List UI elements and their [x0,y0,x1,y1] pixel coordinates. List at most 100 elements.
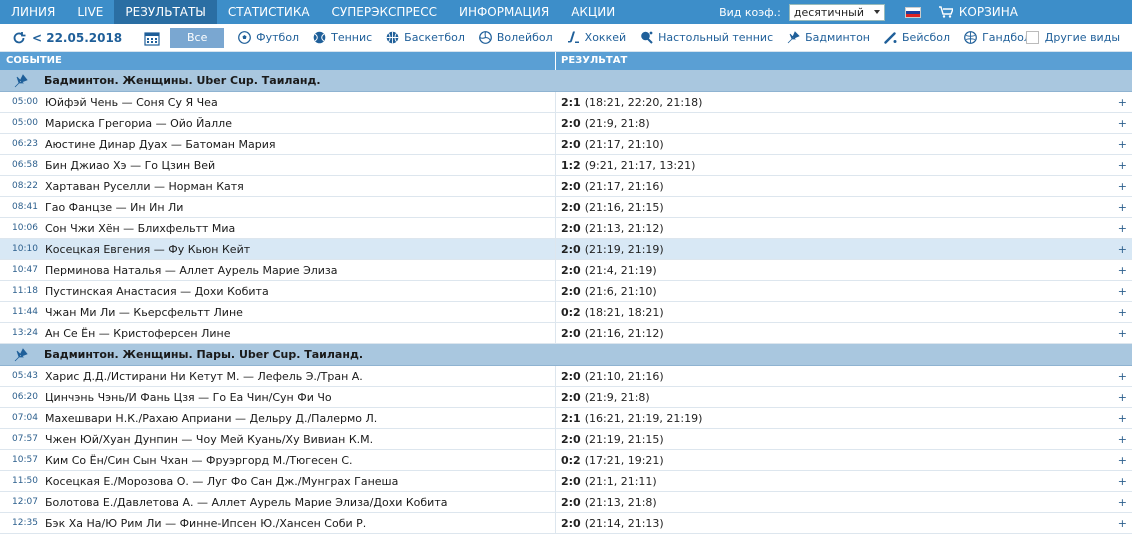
expand-icon[interactable]: + [1118,264,1127,277]
match-score-detail: (9:21, 21:17, 13:21) [584,158,696,172]
match-time: 11:44 [12,307,38,317]
coef-select[interactable]: десятичный [788,3,885,21]
expand-icon[interactable]: + [1118,412,1127,425]
basketball-icon [386,31,399,44]
match-score: 2:1 [561,95,581,109]
hockey-icon [567,31,579,43]
sport-filter-bar: < 22.05.2018 Все Футбол Теннис Баскетбол… [0,24,1132,52]
sport-filter-football[interactable]: Футбол [238,31,299,44]
table-row[interactable]: 10:57 Ким Со Ён/Син Сын Чхан — Фруэргорд … [0,449,1132,471]
expand-icon[interactable]: + [1118,117,1127,130]
other-sports-checkbox[interactable] [1025,31,1039,44]
sport-label: Хоккей [584,31,627,44]
expand-icon[interactable]: + [1118,285,1127,298]
other-sports-label: Другие виды [1044,31,1120,44]
expand-icon[interactable]: + [1118,517,1127,530]
table-row[interactable]: 05:00 Мариска Грегориа — Ойо Йалле 2:0 (21:… [0,112,1132,134]
table-row[interactable]: 07:04 Махешвари Н.К./Рахаю Априани — Дель… [0,407,1132,429]
expand-icon[interactable]: + [1118,222,1127,235]
table-row[interactable]: 11:18 Пустинская Анастасия — Дохи Кобита 2… [0,280,1132,302]
expand-icon[interactable]: + [1118,306,1127,319]
badminton-icon [14,73,28,87]
match-score: 2:0 [561,516,581,530]
sport-filter-hockey[interactable]: Хоккей [567,31,626,44]
match-score-detail: (21:10, 21:16) [584,369,664,383]
expand-icon[interactable]: + [1118,159,1127,172]
expand-icon[interactable]: + [1118,138,1127,151]
nav-item-promo[interactable]: АКЦИИ [560,0,626,24]
expand-icon[interactable]: + [1118,96,1127,109]
date-selector[interactable]: < 22.05.2018 [32,31,122,45]
expand-icon[interactable]: + [1118,391,1127,404]
refresh-icon[interactable] [12,31,26,45]
table-row[interactable]: 06:23 Аюстине Динар Дуах — Батоман Мария 2… [0,133,1132,155]
sport-filter-handball[interactable]: Гандбол [964,31,1031,44]
nav-item-live[interactable]: LIVE [66,0,114,24]
nav-right-controls: Вид коэф.: десятичный КОРЗИНА [719,0,1132,24]
all-sports-button[interactable]: Все [170,27,225,48]
sport-label: Волейбол [496,31,553,44]
expand-icon[interactable]: + [1118,243,1127,256]
expand-icon[interactable]: + [1118,327,1127,340]
match-score: 0:2 [561,453,581,467]
nav-item-statistics[interactable]: СТАТИСТИКА [217,0,321,24]
match-time: 10:57 [12,455,38,465]
expand-icon[interactable]: + [1118,433,1127,446]
expand-icon[interactable]: + [1118,454,1127,467]
table-row[interactable]: 12:35 Бэк Ха На/Ю Рим Ли — Финне-Ипсен Ю.… [0,512,1132,534]
sport-filter-badminton[interactable]: Бадминтон [787,31,870,44]
table-row[interactable]: 12:07 Болотова Е./Давлетова А. — Аллет Ау… [0,491,1132,513]
table-row[interactable]: 05:00 Юйфэй Чень — Соня Су Я Чеа 2:1 (18:21… [0,91,1132,113]
sport-filter-baseball[interactable]: Бейсбол [884,31,950,44]
expand-icon[interactable]: + [1118,201,1127,214]
tournament-group-header[interactable]: Бадминтон. Женщины. Uber Cup. Таиланд. [0,70,1132,92]
expand-icon[interactable]: + [1118,370,1127,383]
other-sports-toggle[interactable]: Другие виды [1025,31,1120,44]
match-time: 11:18 [12,286,38,296]
coef-select-value: десятичный [793,5,865,19]
match-score: 2:0 [561,200,581,214]
table-row[interactable]: 11:50 Косецкая Е./Морозова О. — Луг Фо Са… [0,470,1132,492]
sport-label: Бадминтон [805,31,871,44]
match-event: Косецкая Евгения — Фу Кьюн Кейт [39,238,556,260]
match-event: Мариска Грегориа — Ойо Йалле [39,112,556,134]
tournament-group-header[interactable]: Бадминтон. Женщины. Пары. Uber Cup. Таил… [0,344,1132,366]
table-row[interactable]: 10:47 Перминова Наталья — Аллет Аурель Ма… [0,259,1132,281]
match-time: 10:47 [12,265,38,275]
calendar-icon[interactable] [144,30,160,46]
match-time: 11:50 [12,476,38,486]
volleyball-icon [478,31,492,44]
expand-icon[interactable]: + [1118,475,1127,488]
table-row[interactable]: 06:20 Цинчэнь Чэнь/И Фань Цзя — Го Еа Чин… [0,386,1132,408]
match-score: 2:0 [561,474,581,488]
match-time: 12:35 [12,518,38,528]
match-score-detail: (21:17, 21:16) [584,179,664,193]
badminton-icon [787,31,800,44]
table-row[interactable]: 05:43 Харис Д.Д./Истирани Ни Кетут М. — Л… [0,365,1132,387]
nav-item-results[interactable]: РЕЗУЛЬТАТЫ [114,0,217,24]
sport-filter-table-tennis[interactable]: Настольный теннис [640,31,773,44]
expand-icon[interactable]: + [1118,180,1127,193]
match-score-detail: (18:21, 18:21) [584,305,664,319]
nav-item-line[interactable]: ЛИНИЯ [0,0,66,24]
expand-icon[interactable]: + [1118,496,1127,509]
nav-item-superexpress[interactable]: СУПЕРЭКСПРЕСС [321,0,448,24]
table-row[interactable]: 06:58 Бин Джиао Хэ — Го Цзин Вей 1:2 (9:21,… [0,154,1132,176]
table-row[interactable]: 10:06 Сон Чжи Хён — Блихфельтт Миа 2:0 (21:… [0,217,1132,239]
table-row[interactable]: 10:10 Косецкая Евгения — Фу Кьюн Кейт 2:0(… [0,238,1132,260]
nav-item-info[interactable]: ИНФОРМАЦИЯ [448,0,560,24]
table-row[interactable]: 11:44 Чжан Ми Ли — Кьерсфельтт Лине 0:2 (18… [0,301,1132,323]
match-time: 10:06 [12,223,38,233]
table-row[interactable]: 13:24 Ан Се Ён — Кристоферсен Лине 2:0 (21:… [0,322,1132,344]
match-time: 07:57 [12,434,38,444]
sport-filter-basketball[interactable]: Баскетбол [386,31,465,44]
sport-filter-tennis[interactable]: Теннис [313,31,372,44]
table-row[interactable]: 08:22 Хартаван Руселли — Норман Катя 2:0 (2… [0,175,1132,197]
sport-filter-volleyball[interactable]: Волейбол [478,31,553,44]
table-row[interactable]: 07:57 Чжен Юй/Хуан Дунпин — Чоу Мей Куань… [0,428,1132,450]
russia-flag-icon[interactable] [904,6,921,18]
table-row[interactable]: 08:41 Гао Фанцзе — Ин Ин Ли 2:0 (21:16, 21:… [0,196,1132,218]
column-header-event: СОБЫТИЕ [0,52,556,70]
match-score: 2:0 [561,137,581,151]
cart-button[interactable]: КОРЗИНА [938,5,1018,19]
